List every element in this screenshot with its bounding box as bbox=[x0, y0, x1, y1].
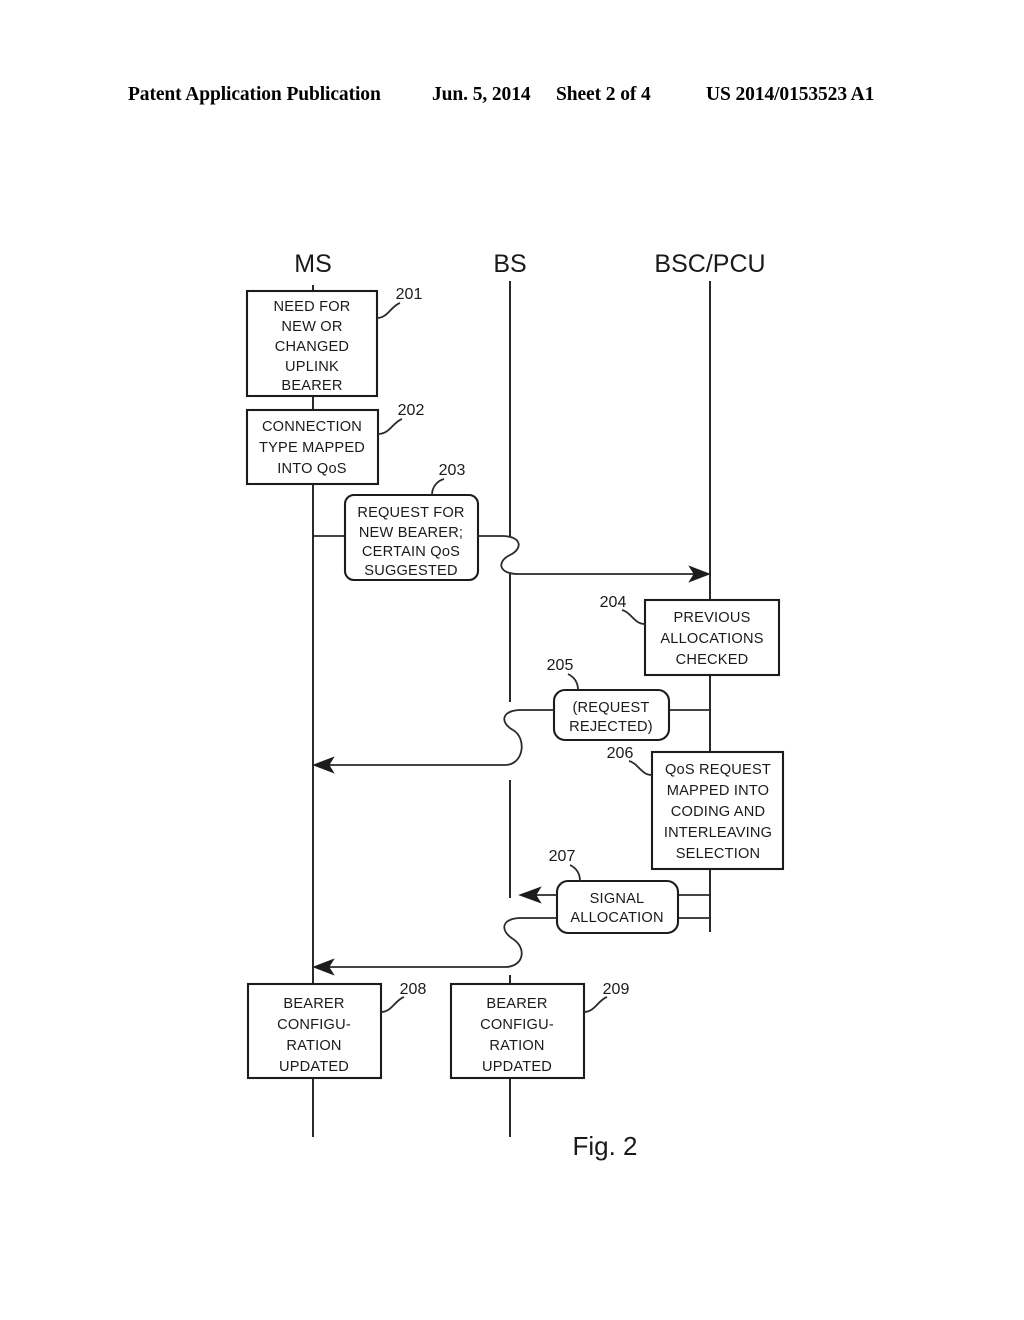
figure-2-sequence-diagram: MS BS BSC/PCU NEED FOR NEW OR CHANGED UP… bbox=[0, 0, 1024, 1320]
ref-number-202: 202 bbox=[398, 402, 425, 419]
box-204-line-0: PREVIOUS bbox=[673, 610, 750, 626]
box-208-line-1: CONFIGU- bbox=[277, 1017, 351, 1033]
box-201-line-3: UPLINK bbox=[285, 359, 339, 375]
figure-caption: Fig. 2 bbox=[572, 1131, 637, 1161]
leader-203 bbox=[431, 478, 445, 496]
leader-201 bbox=[376, 302, 401, 319]
ref-number-209: 209 bbox=[603, 981, 630, 998]
ref-number-201: 201 bbox=[396, 286, 423, 303]
lifeline-label-ms: MS bbox=[294, 250, 332, 278]
jog-bs-203 bbox=[500, 535, 520, 575]
box-203-line-2: CERTAIN QoS bbox=[362, 544, 460, 560]
jog-bs-207 bbox=[503, 917, 523, 968]
box-201-line-1: NEW OR bbox=[281, 319, 342, 335]
box-209-line-0: BEARER bbox=[486, 996, 547, 1012]
box-207-line-1: ALLOCATION bbox=[570, 910, 663, 926]
box-206-line-2: CODING AND bbox=[671, 804, 765, 820]
box-205-line-1: REJECTED) bbox=[569, 719, 653, 735]
box-209-line-1: CONFIGU- bbox=[480, 1017, 554, 1033]
box-202-line-0: CONNECTION bbox=[262, 419, 362, 435]
jog-bs-205 bbox=[503, 709, 523, 766]
box-205-line-0: (REQUEST bbox=[572, 700, 649, 716]
leader-205 bbox=[567, 673, 579, 691]
leader-209 bbox=[583, 996, 608, 1013]
box-203-line-3: SUGGESTED bbox=[364, 563, 457, 579]
box-206-line-1: MAPPED INTO bbox=[667, 783, 769, 799]
box-208-line-2: RATION bbox=[286, 1038, 341, 1054]
box-203-line-0: REQUEST FOR bbox=[357, 505, 464, 521]
leader-202 bbox=[377, 418, 403, 435]
box-203-line-1: NEW BEARER; bbox=[359, 525, 463, 541]
ref-number-207: 207 bbox=[549, 848, 576, 865]
ref-number-204: 204 bbox=[600, 594, 627, 611]
box-206-line-0: QoS REQUEST bbox=[665, 762, 771, 778]
ref-number-203: 203 bbox=[439, 462, 466, 479]
leader-207 bbox=[569, 864, 581, 882]
box-208-line-0: BEARER bbox=[283, 996, 344, 1012]
box-204-line-2: CHECKED bbox=[676, 652, 749, 668]
ref-number-205: 205 bbox=[547, 657, 574, 674]
box-209-line-2: RATION bbox=[489, 1038, 544, 1054]
box-202-line-1: TYPE MAPPED bbox=[259, 440, 365, 456]
lifeline-label-bscpcu: BSC/PCU bbox=[654, 250, 765, 278]
box-204-line-1: ALLOCATIONS bbox=[660, 631, 763, 647]
box-208-line-3: UPDATED bbox=[279, 1059, 349, 1075]
leader-208 bbox=[380, 996, 405, 1013]
leader-204 bbox=[621, 609, 646, 625]
lifeline-label-bs: BS bbox=[493, 250, 526, 278]
box-206-line-4: SELECTION bbox=[676, 846, 761, 862]
box-202-line-2: INTO QoS bbox=[277, 461, 347, 477]
box-201-line-4: BEARER bbox=[281, 378, 342, 394]
ref-number-206: 206 bbox=[607, 745, 634, 762]
box-201-line-2: CHANGED bbox=[275, 339, 349, 355]
ref-number-208: 208 bbox=[400, 981, 427, 998]
leader-206 bbox=[628, 760, 653, 776]
box-201-line-0: NEED FOR bbox=[273, 299, 350, 315]
box-209-line-3: UPDATED bbox=[482, 1059, 552, 1075]
box-206-line-3: INTERLEAVING bbox=[664, 825, 772, 841]
box-207-line-0: SIGNAL bbox=[590, 891, 645, 907]
